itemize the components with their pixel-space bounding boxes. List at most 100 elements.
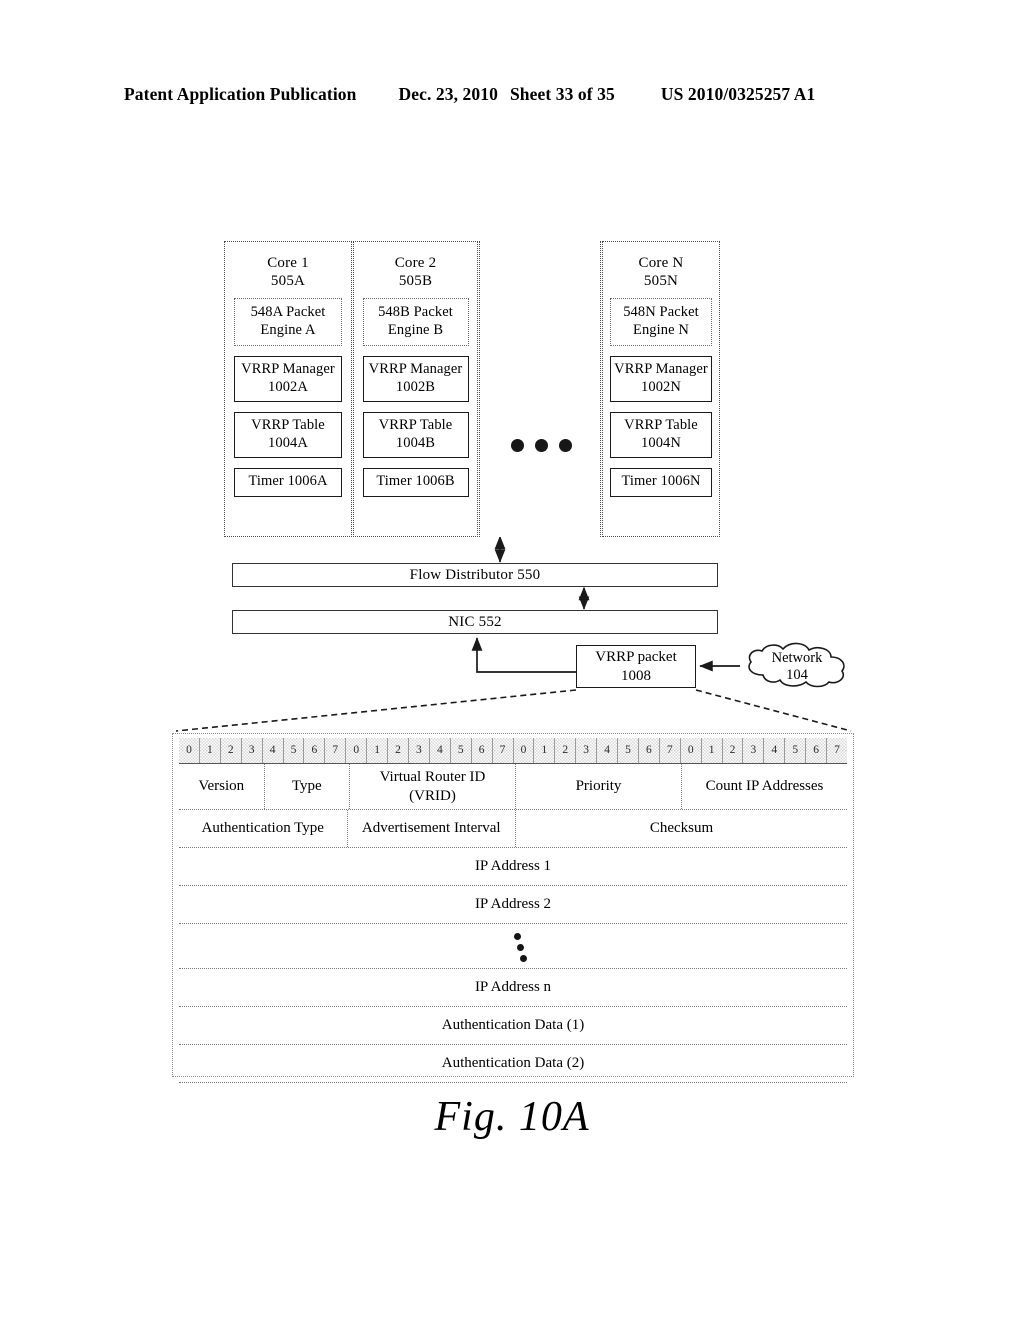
field-ip-address-1: IP Address 1 bbox=[179, 848, 847, 885]
vrrp-manager-line1-core-1: VRRP bbox=[241, 361, 279, 377]
vrrp-packet-ref: 1008 bbox=[621, 668, 651, 684]
field-ip-address-n: IP Address n bbox=[179, 969, 847, 1006]
packet-engine-ref-core-n: 548N bbox=[623, 304, 656, 320]
field-type-label: Type bbox=[291, 778, 322, 794]
bit-cell: 6 bbox=[806, 738, 828, 763]
packet-row-ip-address-1: IP Address 1 bbox=[179, 848, 847, 886]
packet-engine-suffix-core-1: A bbox=[305, 321, 316, 338]
bit-cell: 3 bbox=[576, 738, 598, 763]
core-column-core-1[interactable]: Core 1 505A 548A Packet Engine A VRRP Ma… bbox=[224, 241, 352, 537]
packet-engine-suffix-core-2: B bbox=[433, 321, 444, 338]
vrrp-table-core-1[interactable]: VRRP Table 1004A bbox=[234, 412, 342, 458]
figure-caption: Fig. 10A bbox=[434, 1094, 590, 1140]
bit-cell: 0 bbox=[681, 738, 702, 763]
network-label: Network bbox=[771, 650, 823, 666]
bit-cell: 6 bbox=[639, 738, 660, 763]
field-authentication-type: Authentication Type bbox=[179, 810, 348, 847]
field-ip-address-n-label: IP Address n bbox=[474, 979, 552, 995]
bit-cell: 7 bbox=[493, 738, 514, 763]
bit-cell: 2 bbox=[388, 738, 409, 763]
field-checksum-label: Checksum bbox=[649, 820, 714, 836]
bit-cell: 7 bbox=[660, 738, 681, 763]
bit-cell: 0 bbox=[514, 738, 535, 763]
nic-label: NIC 552 bbox=[448, 614, 502, 630]
packet-engine-suffix-core-n: N bbox=[678, 321, 689, 338]
vrrp-table-line1-core-1: VRRP Table bbox=[251, 417, 325, 433]
timer-core-n[interactable]: Timer 1006N bbox=[610, 468, 712, 497]
bit-cell: 5 bbox=[451, 738, 472, 763]
field-priority-label: Priority bbox=[575, 778, 622, 794]
bit-cell: 1 bbox=[702, 738, 723, 763]
field-authentication-data-1-label: Authentication Data (1) bbox=[441, 1017, 585, 1033]
vrrp-manager-line1-core-n: VRRP bbox=[614, 361, 652, 377]
network-ref: 104 bbox=[786, 666, 808, 683]
field-count-ip-addresses-label: Count IP Addresses bbox=[705, 778, 824, 794]
bit-cell: 1 bbox=[534, 738, 556, 763]
vrrp-table-line1-core-2: VRRP Table bbox=[378, 417, 453, 433]
core-ref-core-2: 505B bbox=[398, 272, 433, 289]
packet-row-ip-address-2: IP Address 2 bbox=[179, 886, 847, 924]
cores-ellipsis-icon bbox=[480, 439, 602, 452]
multi-core-region: Core 1 505A 548A Packet Engine A VRRP Ma… bbox=[224, 241, 720, 537]
bit-cell: 4 bbox=[597, 738, 619, 763]
bit-cell: 2 bbox=[555, 738, 577, 763]
vertical-ellipsis-icon bbox=[179, 924, 847, 968]
vrrp-packet-label: VRRP packet bbox=[595, 649, 677, 665]
bit-cell: 3 bbox=[409, 738, 430, 763]
bit-cell: 5 bbox=[284, 738, 305, 763]
bit-cell: 2 bbox=[221, 738, 242, 763]
vrrp-table-core-n[interactable]: VRRP Table 1004N bbox=[610, 412, 712, 458]
vrrp-manager-line1-core-2: VRRP bbox=[368, 361, 407, 377]
packet-row-auth-data-2: Authentication Data (2) bbox=[179, 1045, 847, 1083]
field-count-ip-addresses: Count IP Addresses bbox=[682, 764, 847, 809]
vrrp-packet-block[interactable]: VRRP packet 1008 bbox=[576, 645, 696, 688]
vrrp-manager-ref-core-1: 1002A bbox=[268, 378, 308, 395]
packet-engine-core-1[interactable]: 548A Packet Engine A bbox=[234, 298, 342, 346]
bit-cell: 6 bbox=[472, 738, 493, 763]
bit-cell: 0 bbox=[346, 738, 368, 763]
field-ip-address-1-label: IP Address 1 bbox=[474, 858, 552, 874]
bit-cell: 7 bbox=[834, 744, 840, 756]
bit-cell: 4 bbox=[263, 738, 284, 763]
vrrp-manager-core-2[interactable]: VRRP Manager 1002B bbox=[362, 356, 469, 402]
vrrp-table-ref-core-n: 1004N bbox=[641, 434, 681, 451]
core-column-ellipsis bbox=[479, 241, 601, 537]
vrrp-manager-core-1[interactable]: VRRP Manager 1002A bbox=[234, 356, 342, 402]
packet-engine-core-2[interactable]: 548B Packet Engine B bbox=[362, 298, 469, 346]
bit-cell: 0 bbox=[179, 738, 200, 763]
vrrp-table-ref-core-2: 1004B bbox=[395, 434, 436, 451]
field-ip-address-2: IP Address 2 bbox=[179, 886, 847, 923]
packet-row-ip-address-n: IP Address n bbox=[179, 969, 847, 1007]
figure-10a: Core 1 505A 548A Packet Engine A VRRP Ma… bbox=[0, 0, 1024, 1320]
vrrp-manager-core-n[interactable]: VRRP Manager 1002N bbox=[610, 356, 712, 402]
core-column-core-n[interactable]: Core N 505N 548N Packet Engine N VRRP Ma… bbox=[602, 241, 720, 537]
timer-core-1[interactable]: Timer 1006A bbox=[234, 468, 342, 497]
network-cloud-block[interactable]: Network 104 bbox=[741, 642, 853, 688]
packet-engine-core-n[interactable]: 548N Packet Engine N bbox=[610, 298, 712, 346]
core-column-core-2[interactable]: Core 2 505B 548B Packet Engine B VRRP Ma… bbox=[353, 241, 478, 537]
vrrp-table-line1-core-n: VRRP Table bbox=[624, 417, 698, 433]
network-cloud-text: Network 104 bbox=[741, 650, 853, 683]
packet-row-auth-data-1: Authentication Data (1) bbox=[179, 1007, 847, 1045]
vrrp-table-core-2[interactable]: VRRP Table 1004B bbox=[362, 412, 469, 458]
vrrp-manager-line2-core-2: Manager bbox=[410, 361, 463, 377]
packet-engine-ref-core-2: 548B bbox=[378, 304, 410, 320]
timer-label-core-n: Timer 1006N bbox=[621, 473, 701, 489]
bit-position-ruler: 0 1 2 3 4 5 6 7 0 1 2 3 4 5 6 7 0 1 2 3 … bbox=[179, 738, 847, 764]
bit-cell: 2 bbox=[723, 738, 744, 763]
bit-cell: 6 bbox=[304, 738, 326, 763]
nic-block[interactable]: NIC 552 bbox=[232, 610, 718, 634]
bit-cell: 3 bbox=[743, 738, 765, 763]
packet-row-2: Authentication Type Advertisement Interv… bbox=[179, 810, 847, 848]
flow-distributor-label: Flow Distributor 550 bbox=[409, 567, 541, 583]
flow-distributor-block[interactable]: Flow Distributor 550 bbox=[232, 563, 718, 587]
bit-cell: 3 bbox=[242, 738, 263, 763]
field-advertisement-interval-label: Advertisement Interval bbox=[361, 820, 501, 836]
packet-row-1: Version Type Virtual Router ID (VRID) Pr… bbox=[179, 764, 847, 810]
timer-label-core-1: Timer 1006A bbox=[248, 473, 328, 489]
field-vrid-label: Virtual Router ID bbox=[379, 768, 486, 785]
bit-cell: 1 bbox=[367, 738, 389, 763]
timer-label-core-2: Timer 1006B bbox=[376, 473, 455, 489]
vrrp-manager-line2-core-n: Manager bbox=[655, 361, 708, 377]
timer-core-2[interactable]: Timer 1006B bbox=[362, 468, 469, 497]
